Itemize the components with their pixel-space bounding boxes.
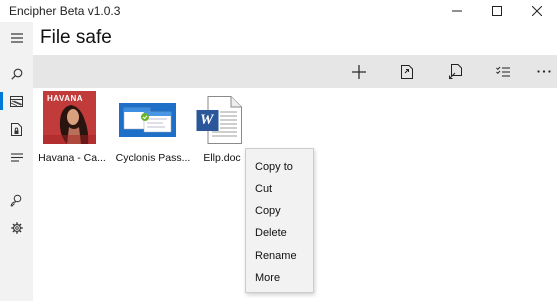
close-icon	[532, 6, 542, 16]
command-bar	[33, 55, 557, 88]
album-art-title: HAVANA	[47, 94, 84, 103]
file-tile-cyclonis[interactable]: Cyclonis Pass...	[114, 91, 192, 169]
menu-item-copy[interactable]: Copy	[246, 200, 313, 222]
title-bar: Encipher Beta v1.0.3	[0, 0, 557, 22]
minimize-button[interactable]	[437, 0, 477, 22]
menu-item-more[interactable]: More	[246, 267, 313, 289]
list-icon	[10, 152, 23, 162]
more-options-icon	[537, 70, 551, 73]
file-name: Havana - Ca...	[38, 152, 106, 164]
navigation-rail	[0, 22, 33, 301]
search-icon	[10, 68, 23, 80]
locked-file-icon	[11, 122, 22, 136]
more-options-button[interactable]	[527, 55, 557, 88]
maximize-icon	[492, 6, 502, 16]
nav-item-locked-files[interactable]	[0, 116, 33, 142]
menu-item-cut[interactable]: Cut	[246, 178, 313, 200]
import-file-button[interactable]	[390, 55, 424, 88]
app-screenshot-thumbnail	[119, 103, 176, 137]
add-icon	[352, 64, 366, 79]
import-file-icon	[401, 64, 413, 79]
select-all-button[interactable]	[486, 55, 520, 88]
encrypted-drive-icon	[10, 95, 23, 107]
select-all-icon	[496, 66, 510, 78]
export-file-button[interactable]	[438, 55, 472, 88]
nav-item-settings[interactable]	[0, 215, 33, 241]
close-button[interactable]	[517, 0, 557, 22]
nav-item-account-key[interactable]	[0, 187, 33, 213]
export-file-icon	[448, 64, 462, 79]
hamburger-menu-button[interactable]	[0, 25, 33, 51]
page-title: File safe	[40, 27, 112, 48]
settings-icon	[10, 222, 23, 234]
maximize-button[interactable]	[477, 0, 517, 22]
file-name: Cyclonis Pass...	[115, 152, 191, 164]
nav-item-encrypted-drive[interactable]	[0, 88, 33, 114]
minimize-icon	[452, 6, 462, 16]
word-document-icon: W	[196, 96, 242, 144]
account-key-icon	[10, 194, 23, 207]
file-tile-havana[interactable]: HAVANA Havana - Ca...	[33, 91, 111, 169]
menu-item-rename[interactable]: Rename	[246, 245, 313, 267]
nav-item-search[interactable]	[0, 61, 33, 87]
nav-item-list[interactable]	[0, 144, 33, 170]
add-button[interactable]	[342, 55, 376, 88]
album-art-thumbnail: HAVANA	[43, 91, 96, 144]
window-title: Encipher Beta v1.0.3	[9, 4, 121, 18]
word-logo-letter: W	[200, 112, 214, 128]
menu-item-delete[interactable]: Delete	[246, 222, 313, 244]
menu-item-copy-to[interactable]: Copy to	[246, 156, 313, 178]
hamburger-menu-icon	[10, 33, 23, 43]
context-menu: Copy to Cut Copy Delete Rename More	[245, 148, 314, 293]
